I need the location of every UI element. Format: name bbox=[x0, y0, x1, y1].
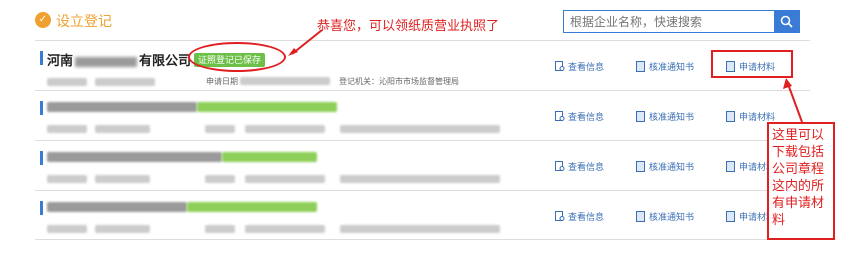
view-icon bbox=[555, 211, 565, 221]
table-row: 河南 有限公司 证照登记已保存 申请日期 登记机关：沁阳市市场监督管理局 查看信息… bbox=[35, 40, 810, 90]
redacted-text bbox=[47, 78, 87, 86]
highlight-ellipse bbox=[188, 42, 286, 72]
redacted-text bbox=[340, 125, 500, 133]
view-icon bbox=[555, 111, 565, 121]
search-input[interactable] bbox=[563, 10, 774, 33]
row-marker bbox=[40, 51, 43, 65]
redacted-text bbox=[47, 225, 87, 233]
company-list: 河南 有限公司 证照登记已保存 申请日期 登记机关：沁阳市市场监督管理局 查看信息… bbox=[35, 40, 810, 240]
redacted-text bbox=[205, 175, 235, 183]
annotation-callout: 这里可以下载包括公司章程这内的所有申请材料 bbox=[767, 122, 835, 240]
registration-authority: 登记机关：沁阳市市场监督管理局 bbox=[339, 77, 459, 86]
redacted-text bbox=[47, 125, 87, 133]
document-icon bbox=[636, 161, 645, 172]
view-info-label: 查看信息 bbox=[568, 62, 605, 72]
view-icon bbox=[555, 61, 565, 71]
redacted-text bbox=[47, 202, 187, 212]
redacted-text bbox=[197, 102, 337, 112]
table-row: 查看信息 核准通知书 申请材料 bbox=[35, 90, 810, 140]
document-icon bbox=[726, 161, 735, 172]
company-name-prefix: 河南 bbox=[47, 53, 74, 68]
apply-date-label: 申请日期 bbox=[206, 77, 238, 86]
redacted-text bbox=[245, 125, 325, 133]
approval-notice-link[interactable]: 核准通知书 bbox=[636, 160, 694, 173]
approval-notice-link[interactable]: 核准通知书 bbox=[636, 60, 694, 73]
annotation-arrow-icon bbox=[288, 29, 323, 56]
document-icon bbox=[636, 61, 645, 72]
redacted-text bbox=[75, 56, 138, 67]
redacted-text bbox=[245, 225, 325, 233]
company-name: 河南 有限公司 bbox=[47, 50, 191, 69]
redacted-text bbox=[187, 202, 317, 212]
redacted-text bbox=[95, 225, 150, 233]
table-row: 查看信息 核准通知书 申请材料 bbox=[35, 190, 810, 240]
redacted-text bbox=[47, 102, 197, 112]
approval-notice-label: 核准通知书 bbox=[649, 212, 695, 222]
document-icon bbox=[726, 211, 735, 222]
redacted-text bbox=[340, 175, 500, 183]
approval-notice-label: 核准通知书 bbox=[649, 112, 695, 122]
row-marker bbox=[40, 101, 43, 115]
approval-notice-label: 核准通知书 bbox=[649, 62, 695, 72]
view-info-label: 查看信息 bbox=[568, 212, 605, 222]
redacted-text bbox=[222, 152, 317, 162]
page-title: 设立登记 bbox=[56, 13, 112, 29]
search-icon bbox=[780, 15, 793, 28]
view-info-link[interactable]: 查看信息 bbox=[555, 160, 604, 173]
view-info-link[interactable]: 查看信息 bbox=[555, 60, 604, 73]
table-row: 查看信息 核准通知书 申请材料 bbox=[35, 140, 810, 190]
redacted-text bbox=[95, 78, 155, 86]
document-icon bbox=[726, 111, 735, 122]
approval-notice-label: 核准通知书 bbox=[649, 162, 695, 172]
redacted-text bbox=[240, 77, 330, 85]
approval-notice-link[interactable]: 核准通知书 bbox=[636, 110, 694, 123]
redacted-text bbox=[245, 175, 325, 183]
document-icon bbox=[636, 211, 645, 222]
view-info-label: 查看信息 bbox=[568, 162, 605, 172]
row-marker bbox=[40, 151, 43, 165]
row-marker bbox=[40, 201, 43, 215]
redacted-text bbox=[205, 125, 235, 133]
redacted-text bbox=[340, 225, 500, 233]
flag-icon: ✓ bbox=[35, 12, 51, 28]
redacted-text bbox=[205, 225, 235, 233]
redacted-text bbox=[95, 175, 150, 183]
materials-highlight-box bbox=[711, 50, 793, 78]
company-name-suffix: 有限公司 bbox=[139, 53, 192, 68]
view-icon bbox=[555, 161, 565, 171]
view-info-link[interactable]: 查看信息 bbox=[555, 210, 604, 223]
redacted-text bbox=[95, 125, 150, 133]
annotation-note: 恭喜您，可以领纸质营业执照了 bbox=[317, 18, 500, 33]
view-info-link[interactable]: 查看信息 bbox=[555, 110, 604, 123]
redacted-text bbox=[47, 152, 222, 162]
search-button[interactable] bbox=[774, 10, 800, 33]
view-info-label: 查看信息 bbox=[568, 112, 605, 122]
redacted-text bbox=[47, 175, 87, 183]
annotation-arrow-icon bbox=[783, 78, 803, 123]
document-icon bbox=[636, 111, 645, 122]
approval-notice-link[interactable]: 核准通知书 bbox=[636, 210, 694, 223]
